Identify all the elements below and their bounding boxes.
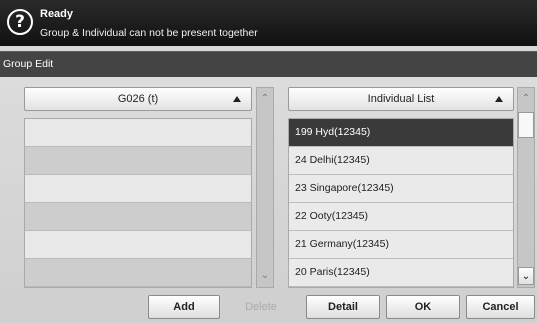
status-message: Group & Individual can not be present to… [40,27,258,39]
group-scrollbar[interactable]: ⌃ ⌄ [256,87,274,288]
scroll-up-icon[interactable]: ⌃ [518,90,534,108]
status-title: Ready [40,8,74,20]
group-header-button[interactable]: G026 (t) [24,87,252,111]
list-item[interactable]: 199 Hyd(12345) [289,119,513,147]
individual-header-label: Individual List [367,93,435,105]
sort-up-icon [495,96,503,102]
group-member-list [24,118,252,288]
list-item[interactable]: 21 Germany(12345) [289,231,513,259]
sort-up-icon [233,96,241,102]
list-item[interactable] [25,203,251,231]
delete-button[interactable]: Delete [228,295,294,319]
page-title: Group Edit [3,58,54,70]
individual-scrollbar[interactable]: ⌃ ⌄ [517,87,535,288]
scroll-down-icon[interactable]: ⌄ [518,267,534,285]
list-item[interactable] [25,119,251,147]
status-bar: ? Ready Group & Individual can not be pr… [0,0,537,46]
individual-list: 199 Hyd(12345) 24 Delhi(12345) 23 Singap… [288,118,514,288]
list-item[interactable] [25,147,251,175]
list-item[interactable]: 22 Ooty(12345) [289,203,513,231]
cancel-button[interactable]: Cancel [466,295,535,319]
scroll-down-icon[interactable]: ⌄ [257,267,273,285]
add-button[interactable]: Add [148,295,220,319]
help-icon[interactable]: ? [7,9,33,35]
list-item[interactable]: 23 Singapore(12345) [289,175,513,203]
list-item[interactable]: 20 Paris(12345) [289,259,513,287]
scroll-up-icon[interactable]: ⌃ [257,90,273,108]
group-header-label: G026 (t) [117,93,159,105]
individual-header-button[interactable]: Individual List [288,87,514,111]
list-item[interactable] [25,231,251,259]
list-item[interactable] [25,259,251,287]
list-item[interactable] [25,175,251,203]
scroll-thumb[interactable] [518,112,534,138]
list-item[interactable]: 24 Delhi(12345) [289,147,513,175]
title-bar: Group Edit [0,51,537,78]
detail-button[interactable]: Detail [306,295,380,319]
ok-button[interactable]: OK [386,295,460,319]
